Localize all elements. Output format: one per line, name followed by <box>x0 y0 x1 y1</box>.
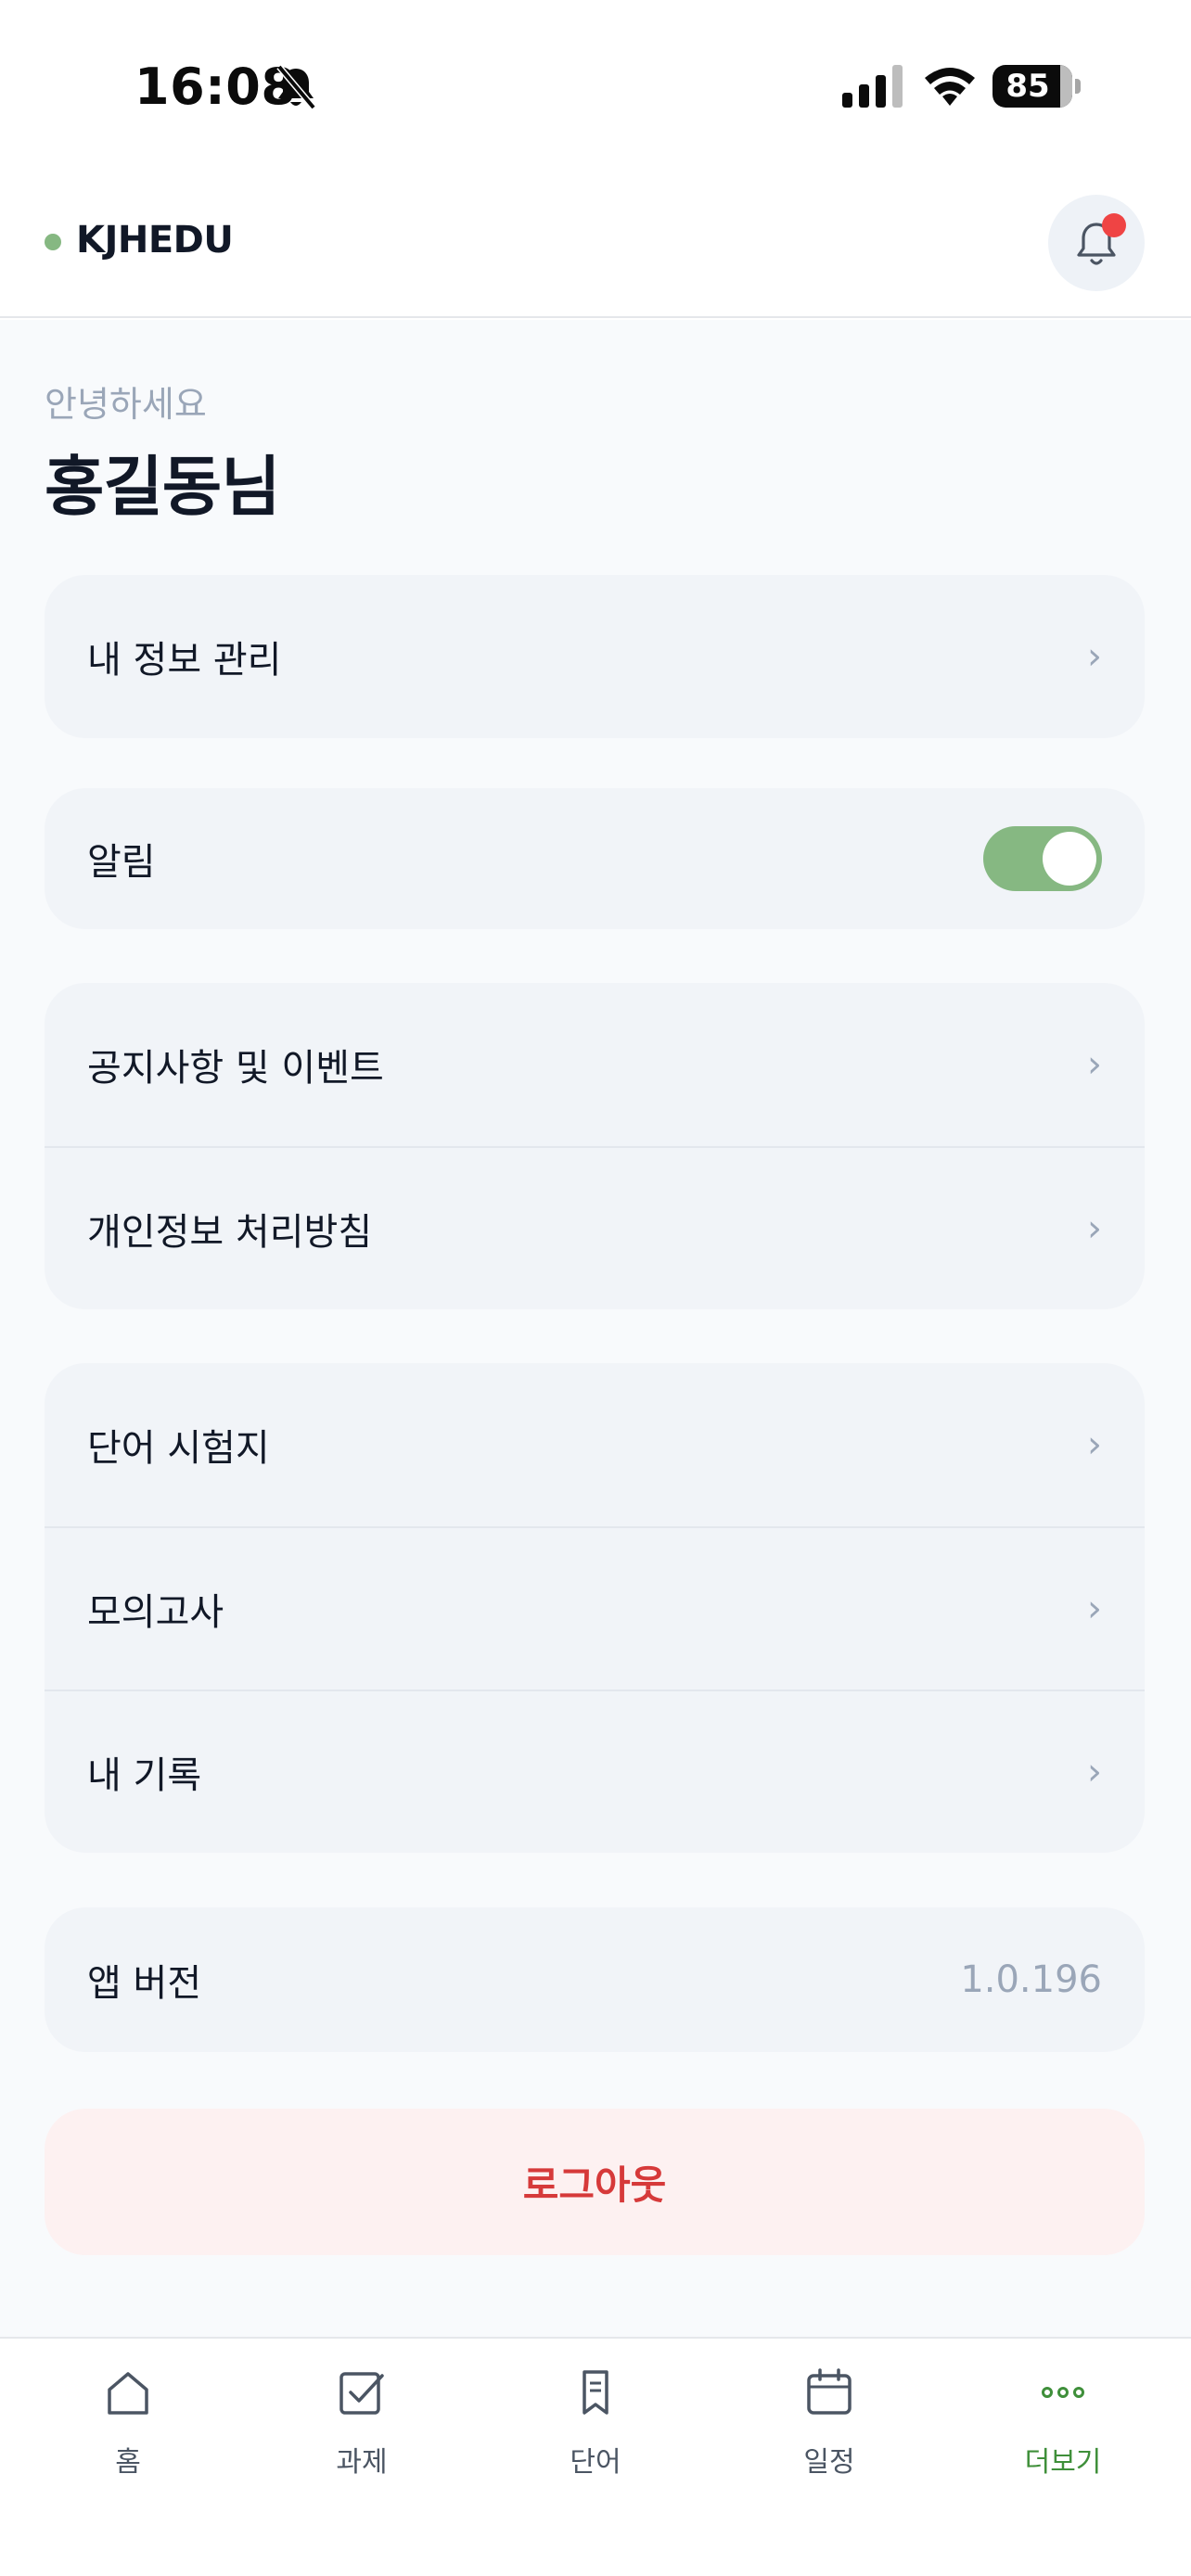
menu-item-privacy[interactable]: 개인정보 처리방침 › <box>45 1146 1145 1309</box>
nav-words[interactable]: 단어 <box>503 2365 688 2504</box>
menu-item-notifications: 알림 <box>45 788 1145 929</box>
app-version-label: 앱 버전 <box>87 1962 202 2005</box>
checkbox-icon <box>339 2372 384 2415</box>
notification-card: 알림 <box>45 788 1145 929</box>
menu-item-my-records[interactable]: 내 기록 › <box>45 1690 1145 1853</box>
notification-badge <box>1102 213 1126 237</box>
more-dots-icon <box>1042 2387 1084 2398</box>
chevron-right-icon: › <box>1087 1423 1102 1466</box>
info-card: 공지사항 및 이벤트 › 개인정보 처리방침 › <box>45 983 1145 1309</box>
menu-item-label: 내 기록 <box>87 1754 202 1797</box>
battery-icon: 85 <box>992 65 1082 108</box>
menu-item-label: 개인정보 처리방침 <box>87 1211 373 1254</box>
version-card: 앱 버전 1.0.196 <box>45 1907 1145 2052</box>
menu-item-label: 단어 시험지 <box>87 1427 270 1470</box>
profile-card: 내 정보 관리 › <box>45 575 1145 738</box>
chevron-right-icon: › <box>1087 1207 1102 1250</box>
menu-item-profile[interactable]: 내 정보 관리 › <box>45 575 1145 738</box>
nav-label: 일정 <box>803 2446 855 2479</box>
wifi-icon <box>925 68 975 106</box>
logout-button[interactable]: 로그아웃 <box>45 2109 1145 2255</box>
toggle-knob <box>1043 832 1096 886</box>
nav-label: 더보기 <box>1024 2446 1102 2479</box>
bottom-nav: 홈 과제 단어 일정 더보기 <box>0 2337 1191 2576</box>
brand-name: KJHEDU <box>76 219 234 261</box>
cellular-signal-icon <box>842 65 903 108</box>
main-content: 안녕하세요 홍길동님 내 정보 관리 › 알림 공지사항 및 이벤트 › 개인정… <box>0 320 1191 2337</box>
bell-muted-icon <box>276 64 316 110</box>
menu-item-notices[interactable]: 공지사항 및 이벤트 › <box>45 983 1145 1146</box>
nav-assignments[interactable]: 과제 <box>269 2365 455 2504</box>
notifications-button[interactable] <box>1048 195 1145 291</box>
app-version-value: 1.0.196 <box>960 1958 1102 2001</box>
chevron-right-icon: › <box>1087 1588 1102 1630</box>
nav-label: 홈 <box>115 2446 141 2479</box>
chevron-right-icon: › <box>1087 1751 1102 1793</box>
menu-item-label: 내 정보 관리 <box>87 639 282 682</box>
greeting-name: 홍길동님 <box>45 449 281 525</box>
home-icon <box>108 2372 148 2415</box>
chevron-right-icon: › <box>1087 635 1102 678</box>
nav-label: 과제 <box>336 2446 388 2479</box>
status-time: 16:08 <box>134 57 297 116</box>
menu-item-label: 알림 <box>87 841 156 884</box>
nav-home[interactable]: 홈 <box>35 2365 221 2504</box>
battery-percent: 85 <box>1005 68 1050 105</box>
app-header: KJHEDU <box>0 167 1191 318</box>
app-version-row: 앱 버전 1.0.196 <box>45 1907 1145 2052</box>
settings-screen: 16:08 85 KJHEDU 안녕하세요 홍길동님 내 정보 관리 › 알림 … <box>0 0 1191 2576</box>
nav-more[interactable]: 더보기 <box>970 2365 1156 2504</box>
logout-label: 로그아웃 <box>522 2162 667 2208</box>
menu-item-mock-exam[interactable]: 모의고사 › <box>45 1526 1145 1690</box>
brand-status-dot <box>45 234 61 250</box>
bookmark-icon <box>583 2370 608 2415</box>
status-bar: 16:08 85 <box>0 0 1191 167</box>
nav-schedule[interactable]: 일정 <box>736 2365 922 2504</box>
study-card: 단어 시험지 › 모의고사 › 내 기록 › <box>45 1363 1145 1853</box>
calendar-icon <box>807 2368 852 2415</box>
greeting-subtitle: 안녕하세요 <box>45 384 207 425</box>
chevron-right-icon: › <box>1087 1043 1102 1086</box>
menu-item-word-test[interactable]: 단어 시험지 › <box>45 1363 1145 1526</box>
menu-item-label: 모의고사 <box>87 1591 224 1634</box>
menu-item-label: 공지사항 및 이벤트 <box>87 1047 384 1090</box>
nav-label: 단어 <box>570 2446 621 2479</box>
notifications-toggle[interactable] <box>983 826 1102 891</box>
